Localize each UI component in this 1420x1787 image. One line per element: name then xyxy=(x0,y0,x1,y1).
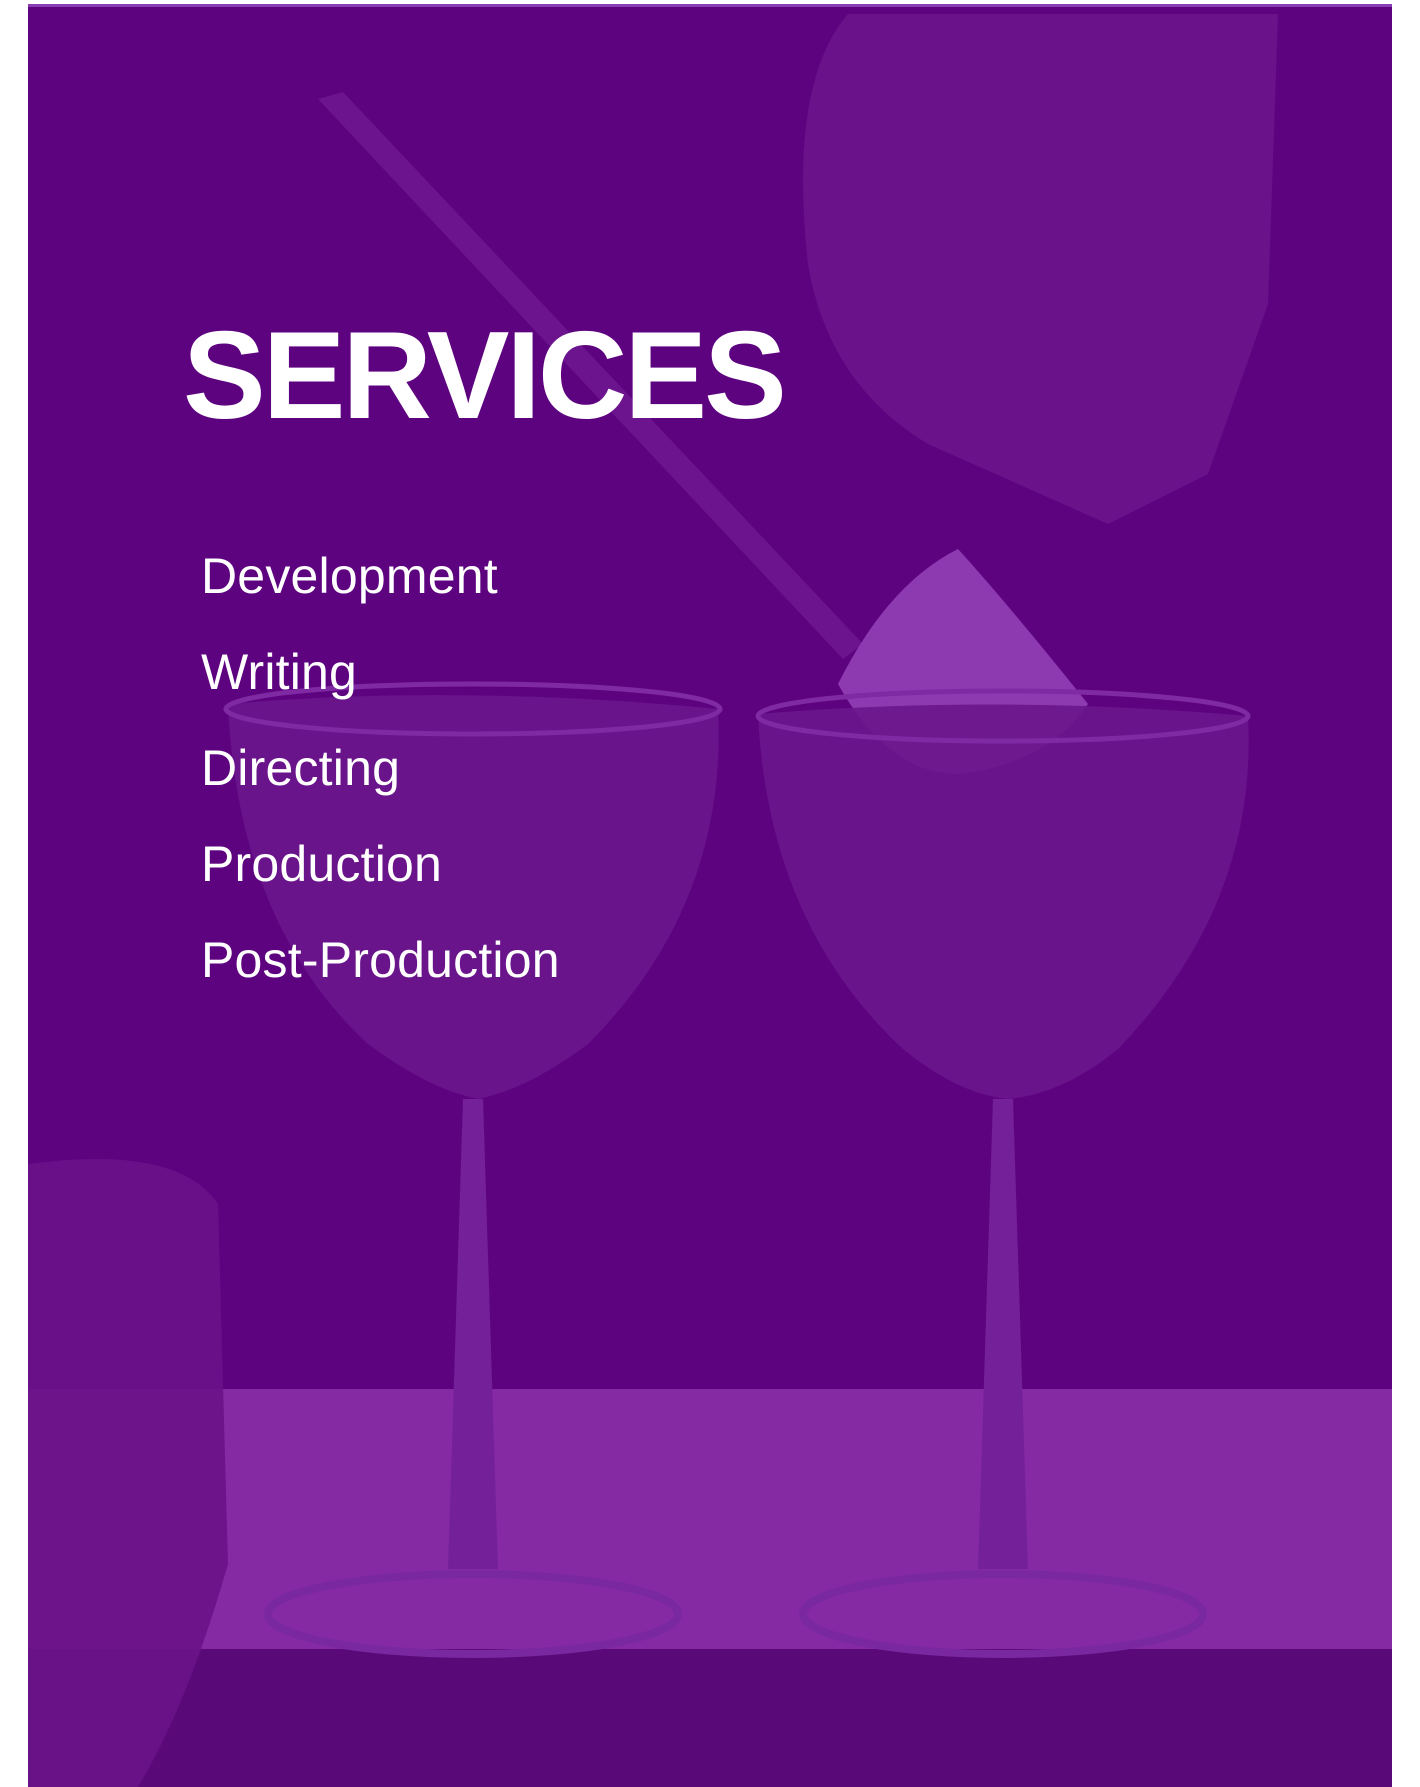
services-page: SERVICES Development Writing Directing P… xyxy=(28,4,1392,1787)
service-item-development: Development xyxy=(201,548,498,604)
service-item-directing: Directing xyxy=(201,740,401,796)
top-border xyxy=(28,4,1392,7)
service-item-production: Production xyxy=(201,836,443,892)
service-item-writing: Writing xyxy=(201,644,358,700)
service-item-post-production: Post-Production xyxy=(201,932,560,988)
services-list: Development Writing Directing Production… xyxy=(201,528,560,1008)
page-title: SERVICES xyxy=(183,307,787,445)
